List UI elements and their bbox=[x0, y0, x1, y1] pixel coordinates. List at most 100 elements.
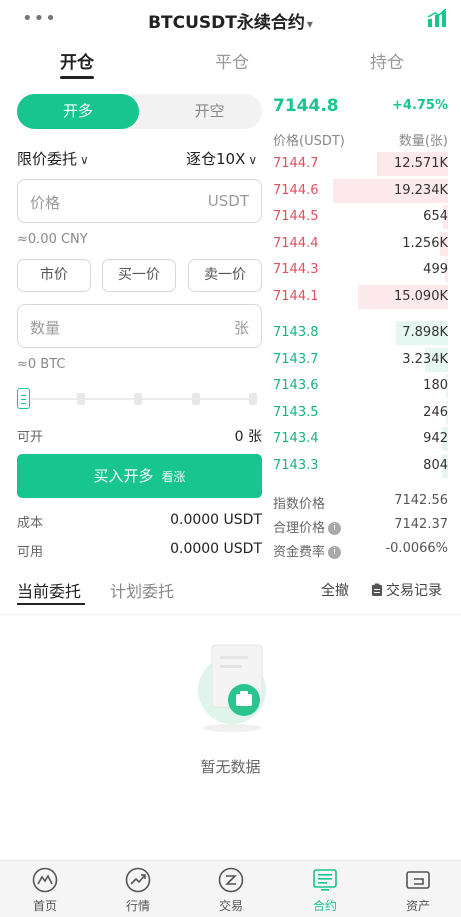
price-input[interactable]: 价格 USDT bbox=[17, 179, 262, 223]
slider-tick bbox=[249, 393, 257, 405]
tab-plan-orders[interactable]: 计划委托 bbox=[110, 578, 174, 602]
open-long-button[interactable]: 开多 bbox=[17, 94, 139, 129]
order-type-dropdown[interactable]: 限价委托 ∨ bbox=[17, 148, 89, 169]
bid-row[interactable]: 7143.3 804 bbox=[273, 454, 448, 478]
chevron-down-icon: ∨ bbox=[248, 153, 258, 167]
position-tabs: 开仓 平仓 持仓 bbox=[0, 44, 461, 84]
ask1-price-button[interactable]: 卖一价 bbox=[188, 259, 262, 292]
available-label: 可开 bbox=[17, 430, 44, 445]
page-title: BTCUSDT永续合约 bbox=[148, 13, 305, 33]
bid-row[interactable]: 7143.8 7.898K bbox=[273, 321, 448, 345]
order-type-label: 限价委托 bbox=[17, 150, 78, 168]
bid-price: 7143.4 bbox=[273, 431, 319, 447]
usable-value: 0.0000 USDT bbox=[170, 541, 262, 557]
nav-item-contract[interactable]: 合约 bbox=[295, 867, 355, 914]
usable-label: 可用 bbox=[17, 545, 44, 560]
quantity-input[interactable]: 数量 张 bbox=[17, 304, 262, 348]
nav-item-assets[interactable]: 资产 bbox=[388, 867, 448, 914]
index-price-value: 7142.56 bbox=[394, 493, 448, 508]
slider-handle[interactable] bbox=[17, 388, 30, 409]
quantity-placeholder: 数量 bbox=[30, 319, 61, 337]
ask-row[interactable]: 7144.7 12.571K bbox=[273, 152, 448, 176]
usable-row: 可用 0.0000 USDT bbox=[17, 541, 262, 560]
funding-rate-value: -0.0066% bbox=[385, 541, 448, 556]
buy-sublabel: 看涨 bbox=[161, 470, 186, 484]
active-tab-indicator bbox=[60, 76, 94, 79]
tab-current-orders[interactable]: 当前委托 bbox=[17, 578, 81, 602]
ask-row[interactable]: 7144.4 1.256K bbox=[273, 231, 448, 256]
ask-quantity: 12.571K bbox=[393, 156, 448, 171]
cancel-all-button[interactable]: 全撤 bbox=[321, 580, 349, 600]
nav-contract-label: 合约 bbox=[312, 899, 337, 913]
bid-quantity: 804 bbox=[423, 458, 448, 473]
ask-row[interactable]: 7144.1 15.090K bbox=[273, 285, 448, 309]
nav-item-home[interactable]: 首页 bbox=[15, 867, 75, 914]
margin-mode-dropdown[interactable]: 逐仓10X ∨ bbox=[186, 148, 257, 169]
info-icon[interactable]: i bbox=[328, 522, 342, 535]
ask-row[interactable]: 7144.3 499 bbox=[273, 258, 448, 283]
trade-icon bbox=[218, 867, 244, 893]
bid-quantity: 942 bbox=[423, 431, 448, 447]
slider-tick bbox=[77, 393, 85, 405]
slider-tick bbox=[192, 393, 200, 405]
open-short-button[interactable]: 开空 bbox=[157, 94, 262, 129]
quantity-column-header: 数量(张) bbox=[398, 134, 448, 149]
index-price-row: 指数价格 7142.56 bbox=[273, 493, 448, 512]
cost-label: 成本 bbox=[17, 516, 44, 531]
ask-quantity: 654 bbox=[423, 209, 448, 225]
caret-down-icon: ▾ bbox=[306, 17, 313, 31]
bid-row[interactable]: 7143.4 942 bbox=[273, 427, 448, 452]
market-price-button[interactable]: 市价 bbox=[17, 259, 91, 292]
contract-selector[interactable]: BTCUSDT永续合约 ▾ bbox=[0, 8, 461, 33]
bid-price: 7143.6 bbox=[273, 378, 319, 394]
tab-open[interactable]: 开仓 bbox=[60, 48, 94, 73]
clipboard-icon bbox=[372, 583, 382, 596]
ask-price: 7144.1 bbox=[273, 289, 319, 304]
order-tabs: 当前委托 计划委托 全撤 交易记录 bbox=[0, 575, 461, 615]
cost-value: 0.0000 USDT bbox=[170, 512, 262, 528]
ask-quantity: 19.234K bbox=[393, 182, 448, 198]
funding-rate-label: 资金费率 bbox=[273, 545, 326, 560]
active-tab-indicator bbox=[17, 603, 85, 605]
home-icon bbox=[32, 867, 58, 893]
price-unit: USDT bbox=[207, 192, 249, 210]
price-placeholder: 价格 bbox=[30, 194, 61, 212]
ask-row[interactable]: 7144.5 654 bbox=[273, 205, 448, 230]
buy-open-long-button[interactable]: 买入开多 看涨 bbox=[17, 454, 262, 498]
price-change: +4.75% bbox=[392, 98, 448, 113]
bid-quantity: 3.234K bbox=[402, 351, 448, 367]
ask-row[interactable]: 7144.6 19.234K bbox=[273, 178, 448, 203]
amount-slider[interactable] bbox=[17, 388, 262, 410]
tab-close[interactable]: 平仓 bbox=[215, 48, 249, 73]
contract-icon bbox=[313, 869, 337, 891]
info-icon[interactable]: i bbox=[328, 546, 342, 559]
ask-quantity: 499 bbox=[423, 262, 448, 278]
ask-quantity: 1.256K bbox=[402, 235, 448, 251]
bid-price: 7143.8 bbox=[273, 325, 319, 340]
orderbook-header: 价格(USDT) 数量(张) bbox=[273, 130, 448, 149]
market-icon bbox=[125, 867, 151, 893]
fair-price-row: 合理价格 i 7142.37 bbox=[273, 517, 448, 536]
trade-history-button[interactable]: 交易记录 bbox=[371, 580, 442, 600]
cost-row: 成本 0.0000 USDT bbox=[17, 512, 262, 531]
nav-item-market[interactable]: 行情 bbox=[108, 867, 168, 914]
bid-row[interactable]: 7143.7 3.234K bbox=[273, 347, 448, 372]
wallet-icon bbox=[406, 871, 430, 889]
bid-row[interactable]: 7143.5 246 bbox=[273, 400, 448, 425]
price-column-header: 价格(USDT) bbox=[273, 134, 345, 149]
bid1-price-button[interactable]: 买一价 bbox=[102, 259, 176, 292]
tab-positions[interactable]: 持仓 bbox=[370, 48, 404, 73]
quantity-btc-hint: ≈0 BTC bbox=[17, 357, 66, 372]
last-price: 7144.8 bbox=[273, 96, 339, 116]
chart-icon[interactable] bbox=[427, 8, 447, 28]
bid-row[interactable]: 7143.6 180 bbox=[273, 374, 448, 399]
bid-price: 7143.5 bbox=[273, 404, 319, 420]
fair-price-label: 合理价格 bbox=[273, 521, 326, 536]
available-value: 0 张 bbox=[234, 429, 262, 445]
nav-assets-label: 资产 bbox=[405, 899, 430, 913]
index-price-label: 指数价格 bbox=[273, 497, 326, 512]
ask-price: 7144.6 bbox=[273, 182, 319, 198]
bid-price: 7143.7 bbox=[273, 351, 319, 367]
nav-item-trade[interactable]: 交易 bbox=[201, 867, 261, 914]
nav-trade-label: 交易 bbox=[218, 899, 243, 913]
